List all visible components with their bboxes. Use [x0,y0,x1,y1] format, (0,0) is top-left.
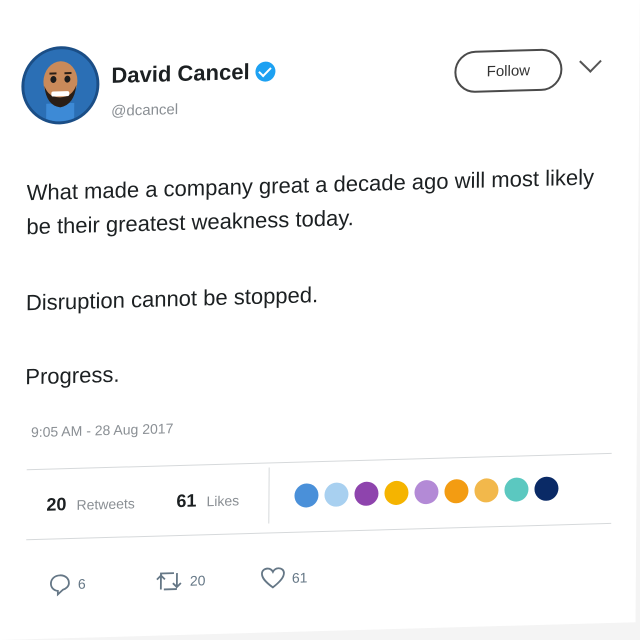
likes-stat[interactable]: 61 Likes [176,489,239,512]
retweets-stat[interactable]: 20 Retweets [46,492,135,515]
verified-badge-icon [255,61,276,82]
divider-bottom [26,522,612,541]
tweet-text-line-3: Disruption cannot be stopped. [25,282,319,316]
divider-top [26,452,612,471]
heart-icon [261,567,285,589]
author-name[interactable]: David Cancel [111,59,249,89]
liker-avatar[interactable] [324,482,349,507]
avatar[interactable] [21,45,100,126]
liker-avatar[interactable] [504,477,529,502]
liker-avatar[interactable] [384,480,409,506]
retweet-count: 20 [189,572,206,589]
retweets-count: 20 [46,494,67,515]
liker-avatar[interactable] [474,478,499,503]
reply-count: 6 [77,575,86,592]
follow-button[interactable]: Follow [454,48,563,94]
like-action[interactable]: 61 [260,565,308,590]
reply-action[interactable]: 6 [48,572,86,597]
likes-count: 61 [176,490,197,512]
author-handle[interactable]: @dcancel [111,101,178,120]
retweets-label: Retweets [76,495,135,513]
liker-avatar[interactable] [414,479,439,505]
tweet-timestamp[interactable]: 9:05 AM - 28 Aug 2017 [31,420,174,440]
tweet-text-line-2: be their greatest weakness today. [26,205,354,240]
likes-label: Likes [206,492,240,510]
retweet-action[interactable]: 20 [154,568,206,593]
liker-avatar[interactable] [354,481,379,507]
tweet-text-line-1: What made a company great a decade ago w… [26,164,595,206]
tweet-card: David Cancel @dcancel Follow What made a… [0,0,640,640]
stats-separator [268,467,270,524]
author-row: David Cancel [111,58,276,89]
retweet-icon [156,572,182,591]
liker-avatar[interactable] [444,478,469,504]
like-count: 61 [291,569,308,586]
liker-avatar[interactable] [294,483,319,508]
chevron-down-icon[interactable] [579,50,602,73]
liker-avatar[interactable] [534,476,559,502]
tweet-text-line-4: Progress. [25,361,120,390]
reply-icon [50,574,70,597]
avatar-illustration [24,48,97,124]
